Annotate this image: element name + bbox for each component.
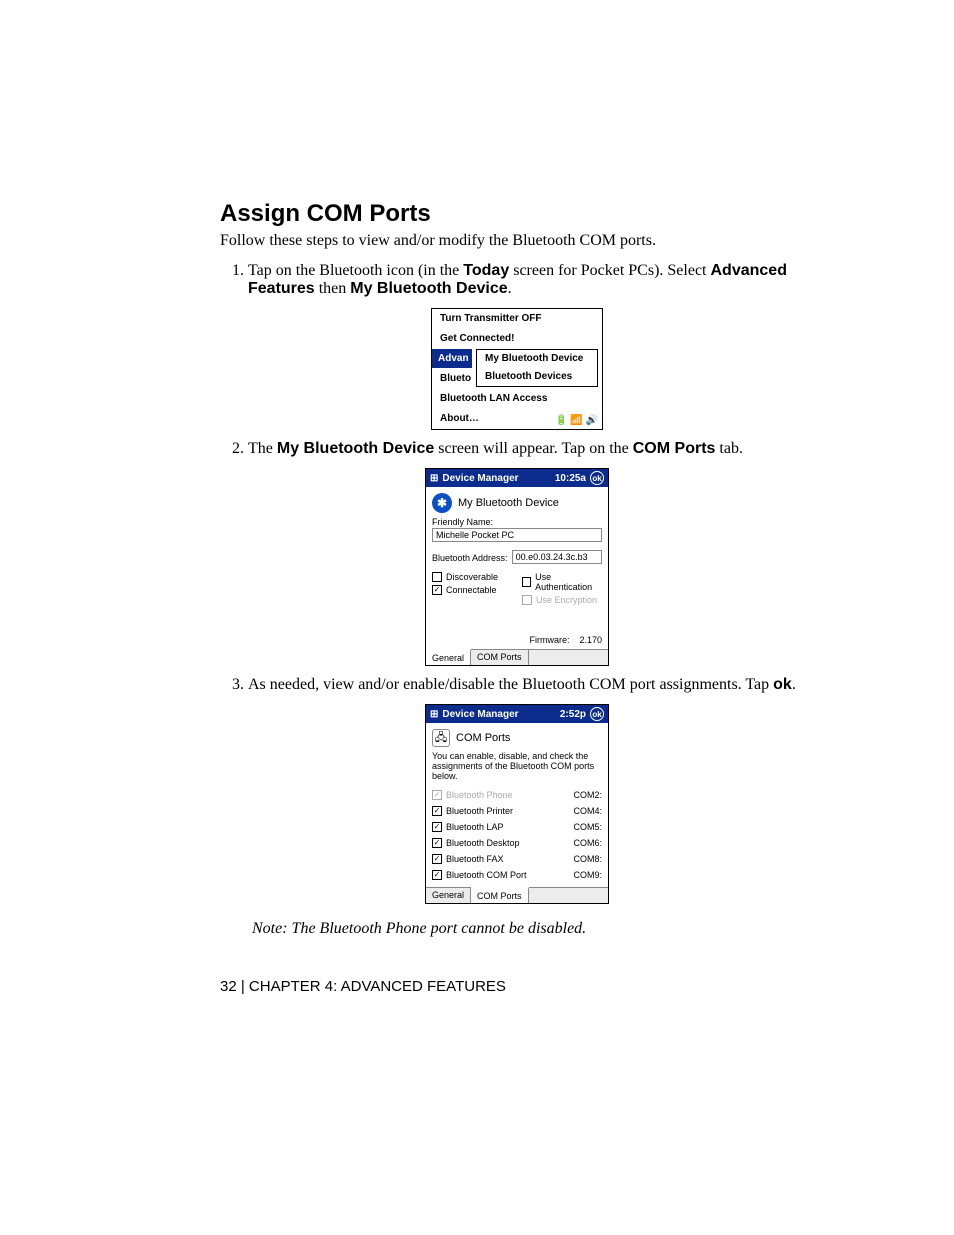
comports-desc: You can enable, disable, and check the a… [432,751,602,781]
com-port-number: COM4: [573,806,602,816]
menu-bt-lan[interactable]: Bluetooth LAN Access [432,389,602,409]
com-port-checkbox[interactable] [432,806,442,816]
useauth-checkbox[interactable] [522,577,531,587]
com-port-number: COM6: [573,838,602,848]
step1-pre: Tap on the Bluetooth icon (in the [248,262,463,279]
useauth-label: Use Authentication [535,572,602,592]
page-footer: 32 | CHAPTER 4: ADVANCED FEATURES [220,978,814,995]
ppc-screen-2: ⊞ Device Manager 2:52p ok 🖧 COM Ports Yo… [425,704,609,904]
submenu: My Bluetooth Device Bluetooth Devices [476,349,598,387]
tray-icons: 🔋 📶 🔊 [555,415,598,426]
menu-get-connected[interactable]: Get Connected! [432,329,602,349]
step-1: Tap on the Bluetooth icon (in the Today … [248,262,814,298]
com-port-row: Bluetooth Phone COM2: [432,787,602,803]
step3-post: . [792,676,796,693]
com-port-row: Bluetooth LAP COM5: [432,819,602,835]
com-port-list: Bluetooth Phone COM2: Bluetooth Printer COM… [432,787,602,883]
titlebar: ⊞ Device Manager 2:52p ok [426,705,608,723]
step1-b3: My Bluetooth Device [350,280,507,297]
tab-com-ports[interactable]: COM Ports [471,887,529,903]
note: Note: The Bluetooth Phone port cannot be… [252,920,814,938]
com-port-checkbox[interactable] [432,822,442,832]
com-port-row: Bluetooth Printer COM4: [432,803,602,819]
com-port-name: Bluetooth LAP [446,822,504,832]
connectable-checkbox[interactable] [432,585,442,595]
menu-turn-off[interactable]: Turn Transmitter OFF [432,309,602,329]
com-port-name: Bluetooth Phone [446,790,513,800]
step3-pre: As needed, view and/or enable/disable th… [248,676,773,693]
titlebar: ⊞ Device Manager 10:25a ok [426,469,608,487]
step2-mid1: screen will appear. Tap on the [434,440,633,457]
com-port-row: Bluetooth COM Port COM9: [432,867,602,883]
ok-button[interactable]: ok [590,471,604,485]
com-port-number: COM9: [573,870,602,880]
ppc-screen-1: ⊞ Device Manager 10:25a ok ✱ My Bluetoot… [425,468,609,666]
bluetooth-icon: ✱ [432,493,452,513]
tab-com-ports[interactable]: COM Ports [471,650,529,665]
discoverable-label: Discoverable [446,572,498,582]
clock: 10:25a [555,473,586,484]
step2-b2: COM Ports [633,440,716,457]
screen-title: COM Ports [456,732,510,744]
com-port-checkbox[interactable] [432,870,442,880]
menu-blueto-a: Blueto [440,373,471,384]
step-3: As needed, view and/or enable/disable th… [248,676,814,694]
context-menu: Turn Transmitter OFF Get Connected! Adva… [431,308,603,430]
submenu-bt-devices[interactable]: Bluetooth Devices [477,368,597,386]
step1-mid2: then [315,280,351,297]
firmware-value: 2.170 [579,635,602,645]
com-port-name: Bluetooth FAX [446,854,504,864]
discoverable-checkbox[interactable] [432,572,442,582]
com-port-name: Bluetooth Desktop [446,838,520,848]
screen-title: My Bluetooth Device [458,497,559,509]
bt-address-label: Bluetooth Address: [432,553,508,563]
friendly-name-label: Friendly Name: [432,517,602,527]
submenu-my-bt-device[interactable]: My Bluetooth Device [477,350,597,368]
step1-b1: Today [463,262,509,279]
connectable-label: Connectable [446,585,497,595]
friendly-name-field[interactable] [432,528,602,542]
useenc-label: Use Encryption [536,595,597,605]
com-port-number: COM2: [573,790,602,800]
comports-icon: 🖧 [432,729,450,747]
window-title: Device Manager [442,709,559,720]
step2-b1: My Bluetooth Device [277,440,434,457]
tab-general[interactable]: General [426,649,471,665]
com-port-name: Bluetooth Printer [446,806,513,816]
page-heading: Assign COM Ports [220,200,814,228]
firmware-label: Firmware: [529,635,569,645]
ok-button[interactable]: ok [590,707,604,721]
menu-advanced[interactable]: Advan [432,349,472,369]
step2-pre: The [248,440,277,457]
step3-b1: ok [773,676,792,693]
com-port-row: Bluetooth FAX COM8: [432,851,602,867]
com-port-row: Bluetooth Desktop COM6: [432,835,602,851]
step1-mid1: screen for Pocket PCs). Select [509,262,710,279]
step1-post: . [508,280,512,297]
tab-general[interactable]: General [426,888,471,903]
bt-address-field [512,550,602,564]
window-title: Device Manager [442,473,554,484]
com-port-checkbox [432,790,442,800]
com-port-name: Bluetooth COM Port [446,870,527,880]
com-port-checkbox[interactable] [432,838,442,848]
windows-icon[interactable]: ⊞ [430,473,438,484]
com-port-checkbox[interactable] [432,854,442,864]
step-2: The My Bluetooth Device screen will appe… [248,440,814,458]
intro-text: Follow these steps to view and/or modify… [220,232,814,250]
com-port-number: COM5: [573,822,602,832]
com-port-number: COM8: [573,854,602,864]
step2-post: tab. [715,440,743,457]
windows-icon[interactable]: ⊞ [430,709,438,720]
clock: 2:52p [560,709,586,720]
useenc-checkbox [522,595,532,605]
